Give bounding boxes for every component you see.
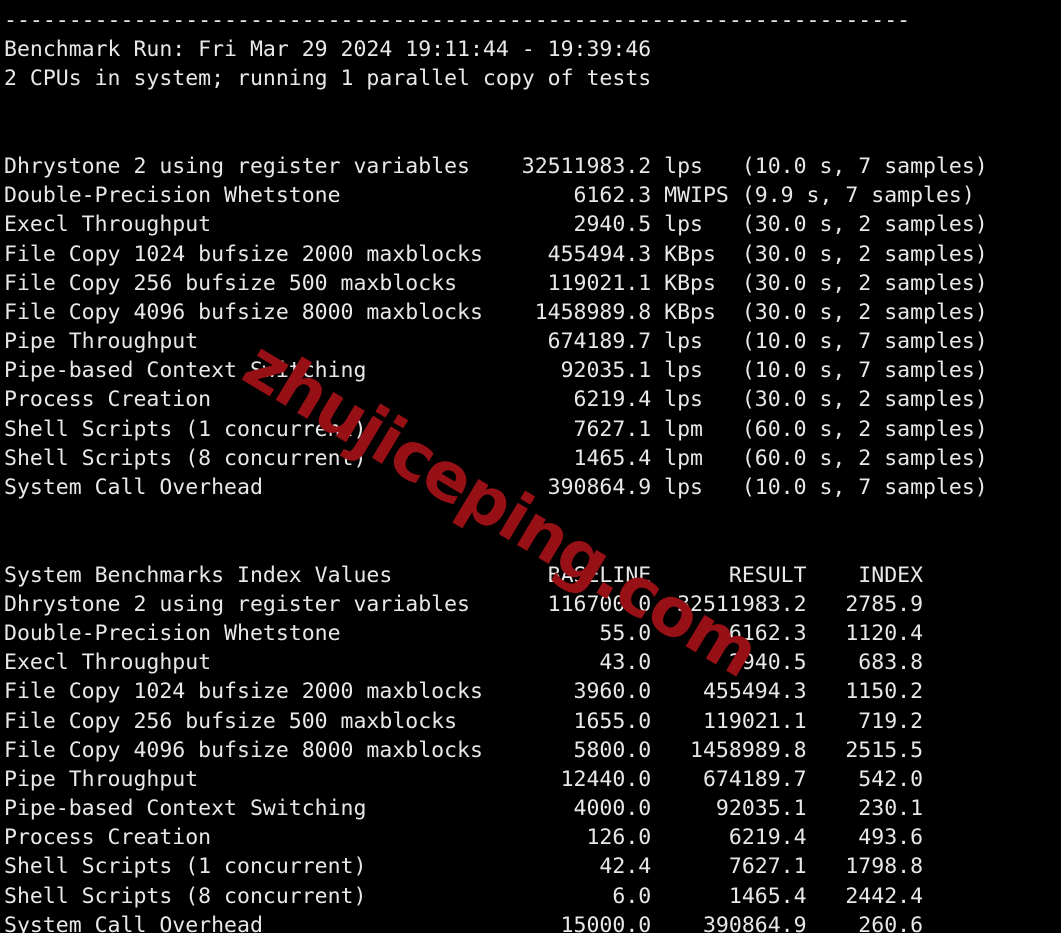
result-row: Double-Precision Whetstone 6162.3 MWIPS …	[4, 183, 975, 209]
result-row: System Call Overhead 390864.9 lps (10.0 …	[4, 475, 988, 500]
result-row: File Copy 256 bufsize 500 maxblocks 1190…	[4, 270, 988, 296]
index-table-row: Process Creation 126.0 6219.4 493.6	[4, 825, 924, 851]
result-row: File Copy 4096 bufsize 8000 maxblocks 14…	[4, 299, 988, 325]
index-table-row: Shell Scripts (1 concurrent) 42.4 7627.1…	[4, 854, 924, 880]
result-row: Shell Scripts (1 concurrent) 7627.1 lpm …	[4, 416, 988, 442]
cpu-info-line: 2 CPUs in system; running 1 parallel cop…	[4, 66, 652, 92]
result-row: Dhrystone 2 using register variables 325…	[4, 153, 988, 179]
top-rule: ----------------------------------------…	[4, 8, 911, 33]
index-table-row: System Call Overhead 15000.0 390864.9 26…	[4, 912, 924, 933]
console-output: ----------------------------------------…	[0, 0, 1061, 933]
index-table-row: Pipe-based Context Switching 4000.0 9203…	[4, 796, 924, 822]
index-table-row: File Copy 4096 bufsize 8000 maxblocks 58…	[4, 737, 924, 763]
index-table-row: File Copy 1024 bufsize 2000 maxblocks 39…	[4, 679, 924, 705]
index-table-row: File Copy 256 bufsize 500 maxblocks 1655…	[4, 708, 924, 734]
index-table-row: Shell Scripts (8 concurrent) 6.0 1465.4 …	[4, 883, 924, 909]
index-table-row: Double-Precision Whetstone 55.0 6162.3 1…	[4, 620, 924, 646]
result-row: File Copy 1024 bufsize 2000 maxblocks 45…	[4, 241, 988, 267]
index-table-row: Pipe Throughput 12440.0 674189.7 542.0	[4, 766, 924, 792]
index-table-row: Execl Throughput 43.0 2940.5 683.8	[4, 650, 924, 676]
result-row: Pipe-based Context Switching 92035.1 lps…	[4, 358, 988, 384]
index-table-header: System Benchmarks Index Values BASELINE …	[4, 562, 924, 588]
result-row: Execl Throughput 2940.5 lps (30.0 s, 2 s…	[4, 212, 988, 238]
result-row: Pipe Throughput 674189.7 lps (10.0 s, 7 …	[4, 329, 988, 355]
result-row: Shell Scripts (8 concurrent) 1465.4 lpm …	[4, 445, 988, 471]
result-row: Process Creation 6219.4 lps (30.0 s, 2 s…	[4, 387, 988, 413]
index-table-row: Dhrystone 2 using register variables 116…	[4, 591, 924, 617]
benchmark-run-header: Benchmark Run: Fri Mar 29 2024 19:11:44 …	[4, 37, 652, 63]
terminal-window: ----------------------------------------…	[0, 0, 1061, 933]
